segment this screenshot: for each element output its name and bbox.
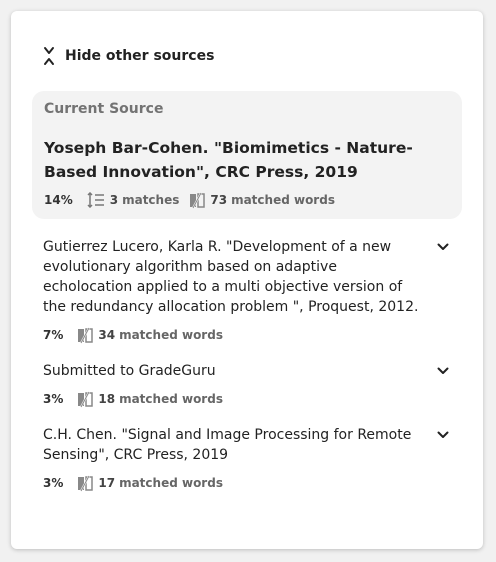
current-source-card[interactable]: Current Source Yoseph Bar-Cohen. "Biomim… <box>32 91 462 219</box>
matched-words-icon <box>78 327 94 343</box>
hide-other-sources-label: Hide other sources <box>65 48 215 64</box>
source-item[interactable]: Gutierrez Lucero, Karla R. "Development … <box>43 237 463 345</box>
matches-label: matches <box>122 193 180 207</box>
hide-other-sources-button[interactable]: Hide other sources <box>43 46 214 66</box>
match-percent: 7% <box>43 328 64 342</box>
source-item[interactable]: Submitted to GradeGuru 3% 18 matched wor… <box>43 361 463 409</box>
matched-words-icon <box>190 192 206 208</box>
current-source-heading: Current Source <box>44 101 164 117</box>
words-label: matched words <box>119 328 223 342</box>
collapse-arrows-icon <box>44 47 54 65</box>
chevron-down-icon[interactable] <box>437 367 449 375</box>
source-title: C.H. Chen. "Signal and Image Processing … <box>43 427 412 463</box>
source-stats: 7% 34 matched words <box>43 325 463 345</box>
match-percent: 14% <box>44 193 73 207</box>
words-count: 73 <box>210 193 228 207</box>
matched-words-icon <box>78 475 94 491</box>
match-percent: 3% <box>43 476 64 490</box>
source-item[interactable]: C.H. Chen. "Signal and Image Processing … <box>43 425 463 493</box>
page: Hide other sources Current Source Yoseph… <box>0 0 496 562</box>
source-stats: 3% 18 matched words <box>43 389 463 409</box>
words-label: matched words <box>231 193 335 207</box>
matches-count: 3 <box>109 193 119 207</box>
chevron-down-icon[interactable] <box>437 243 449 251</box>
words-label: matched words <box>119 392 223 406</box>
source-stats: 3% 17 matched words <box>43 473 463 493</box>
words-count: 18 <box>98 392 116 406</box>
current-source-stats: 14% 3 matches 73 matched words <box>44 190 450 210</box>
words-count: 17 <box>98 476 116 490</box>
words-count: 34 <box>98 328 116 342</box>
match-percent: 3% <box>43 392 64 406</box>
matched-words-icon <box>78 391 94 407</box>
chevron-down-icon[interactable] <box>437 431 449 439</box>
source-title: Submitted to GradeGuru <box>43 363 216 379</box>
current-source-title: Yoseph Bar-Cohen. "Biomimetics - Nature-… <box>44 139 413 181</box>
words-label: matched words <box>119 476 223 490</box>
matches-list-icon <box>87 192 104 208</box>
source-title: Gutierrez Lucero, Karla R. "Development … <box>43 239 419 315</box>
